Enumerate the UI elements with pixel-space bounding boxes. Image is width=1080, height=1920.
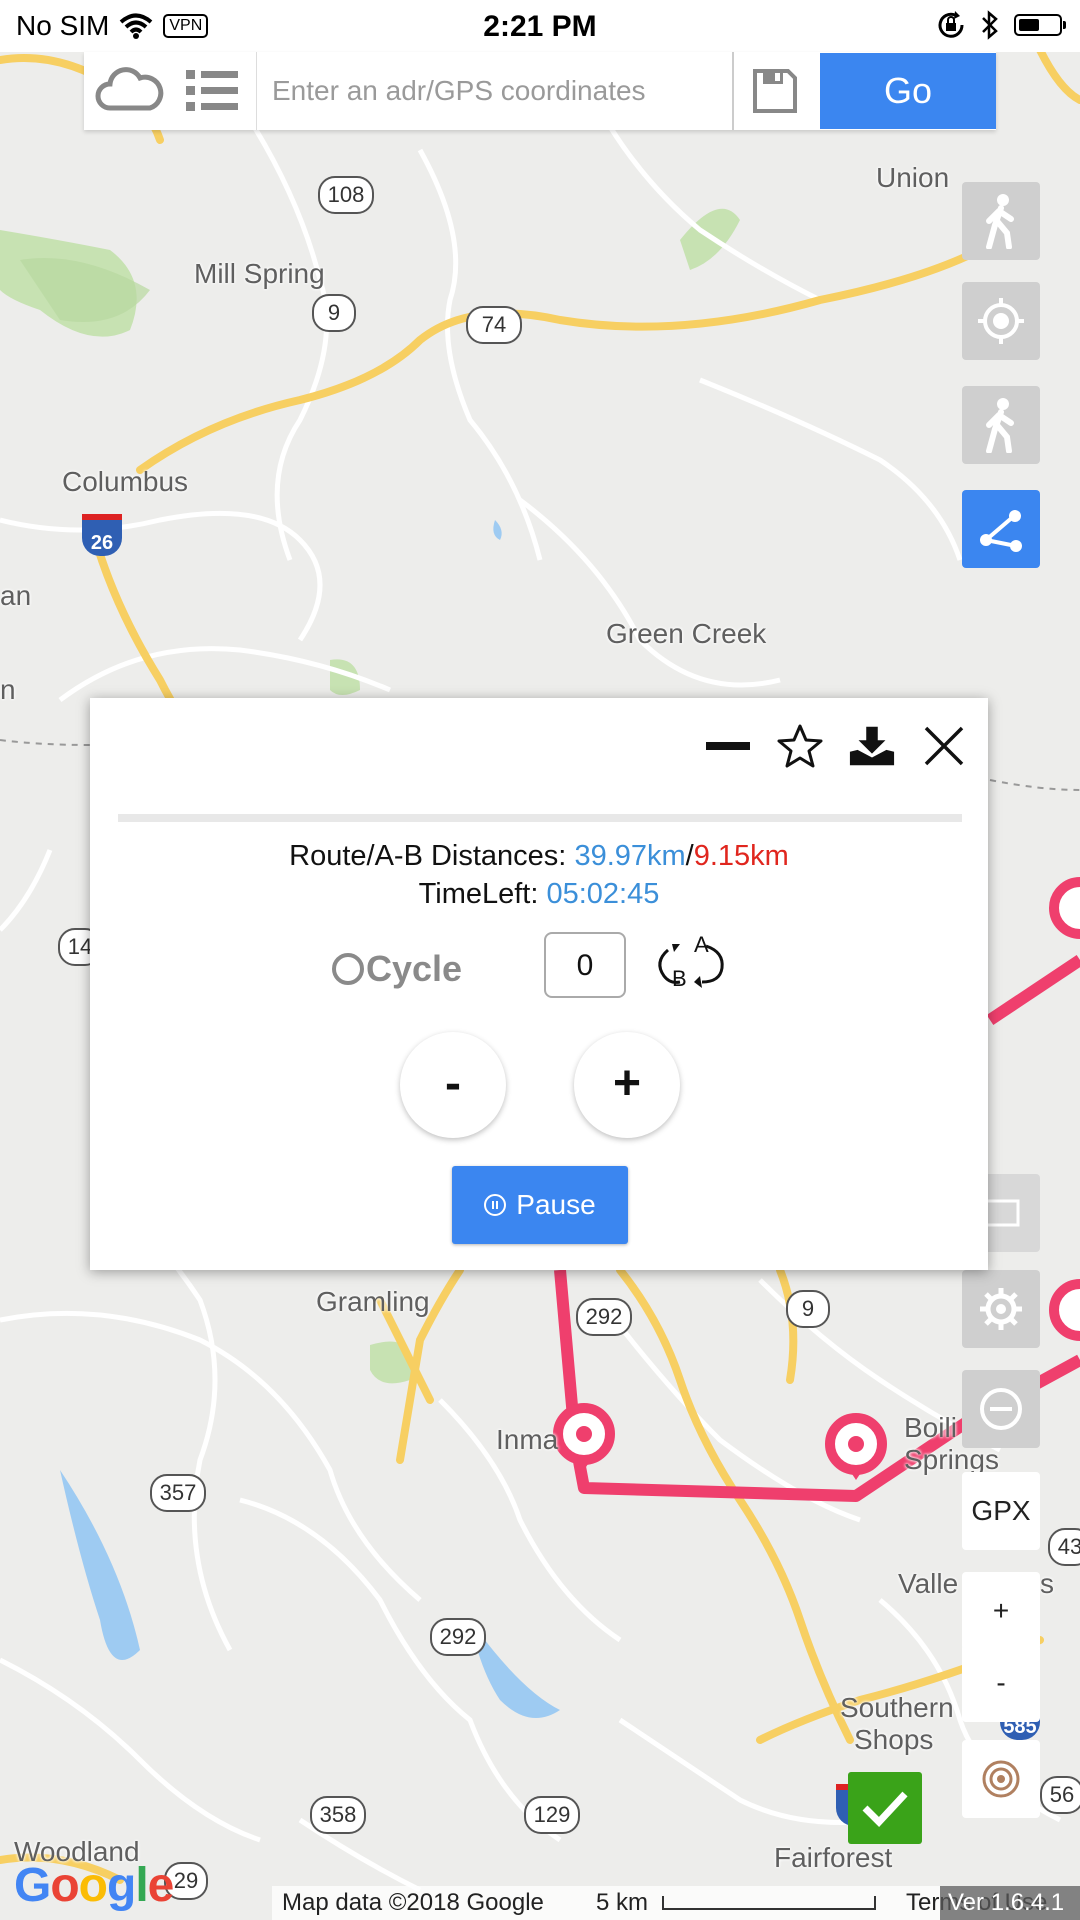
gear-icon — [980, 1288, 1022, 1330]
check-icon — [862, 1791, 908, 1828]
distance-separator: / — [685, 840, 694, 872]
locate-button[interactable] — [962, 282, 1040, 360]
ab-label-a: A — [694, 932, 709, 957]
route-shield: 9 — [312, 294, 356, 332]
minus-icon — [706, 742, 750, 750]
orientation-lock-icon — [938, 11, 964, 38]
map-place-label: Fairforest — [774, 1842, 893, 1873]
divider — [118, 814, 962, 822]
confirm-button[interactable] — [848, 1772, 922, 1844]
star-icon — [777, 724, 823, 768]
cycle-label: Cycle — [366, 948, 463, 989]
remove-button[interactable] — [962, 1370, 1040, 1448]
map-place-label: Green Creek — [606, 618, 767, 649]
map-place-label: Inma — [496, 1424, 559, 1455]
walk-mode-button[interactable] — [962, 182, 1040, 260]
settings-button[interactable] — [962, 1270, 1040, 1348]
pause-icon — [484, 1194, 507, 1216]
route-distance: 39.97km — [574, 840, 686, 872]
route-shield: 292 — [430, 1618, 486, 1656]
time-left-line: TimeLeft: 05:02:45 — [90, 878, 988, 911]
scale-label: 5 km — [596, 1889, 649, 1916]
time-left-value: 05:02:45 — [546, 878, 660, 910]
speed-increase-button[interactable]: + — [574, 1032, 680, 1138]
route-shield: 9 — [786, 1290, 830, 1328]
route-shield: 292 — [576, 1298, 632, 1336]
version-label: Ver 1.6.4.1 — [940, 1886, 1080, 1920]
cycle-toggle[interactable]: Cycle — [332, 948, 462, 990]
cloud-icon[interactable] — [94, 64, 164, 118]
pedestrian-icon — [986, 194, 1014, 249]
time-left-label: TimeLeft: — [418, 878, 547, 910]
map-place-label: Union — [876, 162, 950, 193]
status-time: 2:21 PM — [483, 10, 597, 43]
cycle-count-input[interactable]: 0 — [544, 932, 626, 998]
interstate-shield: 26 — [82, 514, 122, 556]
walk-route-button[interactable] — [962, 386, 1040, 464]
scale-bar — [662, 1896, 876, 1910]
route-shield: 358 — [310, 1796, 366, 1834]
radio-icon — [332, 953, 364, 985]
compass-button[interactable] — [962, 1740, 1040, 1818]
zoom-out-button[interactable]: - — [962, 1644, 1040, 1722]
route-shield: 108 — [318, 176, 374, 214]
route-shield: 129 — [524, 1796, 580, 1834]
minimize-button[interactable] — [704, 722, 752, 770]
map-data-label: Map data ©2018 Google — [282, 1889, 544, 1916]
divider — [256, 52, 257, 130]
pause-label: Pause — [516, 1189, 596, 1220]
map-place-label: Mill Spring — [194, 258, 325, 289]
ab-loop-icon[interactable]: A B — [650, 930, 730, 994]
divider — [732, 52, 734, 130]
close-icon — [924, 726, 964, 766]
battery-icon — [1014, 14, 1066, 36]
map-place-label: Boili — [904, 1412, 957, 1443]
favorite-button[interactable] — [776, 722, 824, 770]
download-icon — [849, 726, 895, 766]
distance-label: Route/A-B Distances: — [289, 840, 575, 872]
map-place-label: Southern — [840, 1692, 954, 1723]
pause-button[interactable]: Pause — [452, 1166, 628, 1244]
list-icon[interactable] — [184, 66, 240, 116]
status-bar: No SIM VPN 2:21 PM — [0, 0, 1080, 52]
go-button[interactable]: Go — [820, 53, 996, 129]
ab-distance: 9.15km — [693, 840, 789, 872]
map-place-label: Gramling — [316, 1286, 430, 1317]
google-logo: Google — [14, 1859, 174, 1912]
map-place-label: Columbus — [62, 466, 189, 497]
ab-label-b: B — [672, 966, 687, 991]
distance-line: Route/A-B Distances: 39.97km/9.15km — [90, 840, 988, 873]
minus-circle-icon — [980, 1388, 1022, 1430]
route-dialog: Route/A-B Distances: 39.97km/9.15km Time… — [90, 698, 988, 1270]
speed-decrease-button[interactable]: - — [400, 1032, 506, 1138]
gpx-button[interactable]: GPX — [962, 1472, 1040, 1550]
route-shield: 74 — [466, 306, 522, 344]
export-button[interactable] — [848, 722, 896, 770]
map-place-label: n — [0, 674, 16, 705]
multi-spot-route-button[interactable] — [962, 490, 1040, 568]
route-shield: 43 — [1048, 1528, 1080, 1566]
pedestrian-icon — [986, 398, 1014, 453]
search-input[interactable] — [270, 62, 804, 120]
route-shield: 357 — [150, 1474, 206, 1512]
route-share-icon — [980, 510, 1022, 552]
map-place-label: s — [1040, 1568, 1054, 1599]
map-place-label: Shops — [854, 1724, 934, 1755]
map-place-label: an — [0, 580, 32, 611]
route-shield: 56 — [1040, 1776, 1080, 1814]
map-place-label: Valle — [898, 1568, 959, 1599]
close-button[interactable] — [920, 722, 968, 770]
bluetooth-icon — [982, 10, 998, 40]
target-icon — [982, 1760, 1020, 1798]
crosshair-icon — [978, 298, 1024, 344]
save-icon[interactable] — [752, 68, 798, 114]
zoom-in-button[interactable]: + — [962, 1572, 1040, 1650]
